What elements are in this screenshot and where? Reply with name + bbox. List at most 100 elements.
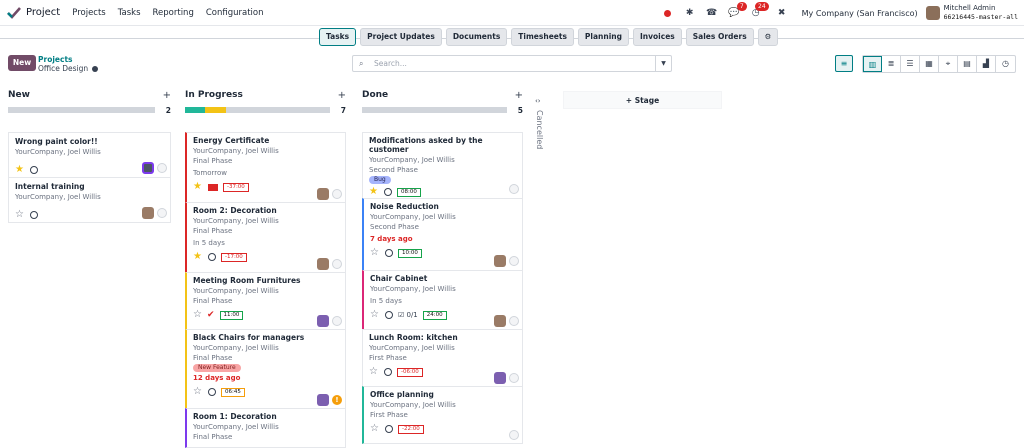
remaining-hours: -17:00 [220, 252, 247, 262]
column-progress-bar[interactable] [8, 107, 155, 113]
search-bar[interactable]: ⌕ Search... ▼ [352, 55, 672, 72]
search-dropdown-toggle[interactable]: ▼ [655, 56, 671, 71]
task-card[interactable]: Modifications asked by the customer Your… [362, 132, 523, 199]
checkmark-icon[interactable]: ✔ [207, 310, 215, 320]
star-icon[interactable]: ☆ [15, 210, 24, 220]
star-icon[interactable]: ★ [369, 187, 378, 197]
activity-view-icon[interactable]: ◷ [996, 56, 1015, 72]
task-card[interactable]: Energy Certificate YourCompany, Joel Wil… [185, 132, 346, 203]
column-title[interactable]: New [8, 90, 30, 100]
new-button[interactable]: New [8, 55, 36, 71]
activity-clock-icon[interactable] [207, 388, 216, 396]
menu-reporting[interactable]: Reporting [153, 8, 194, 18]
star-icon[interactable]: ☆ [193, 387, 202, 397]
breadcrumb-projects[interactable]: Projects [38, 55, 98, 64]
star-icon[interactable]: ★ [15, 165, 24, 175]
task-card[interactable]: Lunch Room: kitchen YourCompany, Joel Wi… [362, 329, 523, 387]
column-title[interactable]: Done [362, 90, 388, 100]
user-avatar[interactable] [925, 6, 940, 20]
task-card[interactable]: Room 1: Decoration YourCompany, Joel Wil… [185, 408, 346, 448]
task-card[interactable]: Chair Cabinet YourCompany, Joel Willis I… [362, 270, 523, 330]
tools-icon[interactable]: ✖ [776, 7, 788, 19]
column-progress-bar[interactable] [185, 107, 330, 113]
kanban-state-icon[interactable] [332, 259, 342, 269]
star-icon[interactable]: ★ [193, 182, 202, 192]
gantt-view-icon[interactable]: ☰ [901, 56, 920, 72]
app-brand[interactable]: Project [7, 6, 60, 20]
gear-icon[interactable] [92, 65, 99, 72]
tab-invoices[interactable]: Invoices [633, 28, 682, 46]
card-title: Noise Reduction [370, 202, 439, 211]
kanban-state-icon[interactable] [509, 256, 519, 266]
pivot-view-icon[interactable]: ▤ [958, 56, 977, 72]
column-count: 7 [340, 105, 346, 115]
star-icon[interactable]: ☆ [370, 248, 379, 258]
kanban-state-icon[interactable] [509, 430, 519, 440]
kanban-state-icon[interactable] [509, 373, 519, 383]
progress-segment[interactable] [205, 107, 226, 113]
kanban-state-icon[interactable] [332, 316, 342, 326]
warning-icon[interactable]: ! [332, 395, 342, 405]
tab-settings-icon[interactable]: ⚙ [757, 28, 779, 46]
calendar-view-icon[interactable]: ▦ [920, 56, 939, 72]
messages-icon[interactable]: 💬 7 [728, 2, 747, 19]
graph-view-icon[interactable]: ▟ [977, 56, 996, 72]
menu-configuration[interactable]: Configuration [206, 8, 264, 18]
activity-clock-icon[interactable] [383, 188, 392, 196]
kanban-state-icon[interactable] [157, 208, 167, 218]
bug-icon[interactable]: ✱ [684, 7, 696, 19]
map-view-icon[interactable]: ⌖ [939, 56, 958, 72]
user-menu[interactable]: Mitchell Admin 66216445-master-all [943, 4, 1018, 22]
filter-panel-icon[interactable]: ≡ [835, 55, 853, 72]
task-card[interactable]: Meeting Room Furnitures YourCompany, Joe… [185, 272, 346, 330]
kanban-state-icon[interactable] [509, 316, 519, 326]
phone-icon[interactable]: ☎ [706, 7, 718, 19]
activity-clock-icon[interactable] [384, 311, 393, 319]
column-title[interactable]: In Progress [185, 90, 243, 100]
column-progress-bar[interactable] [362, 107, 507, 113]
activity-clock-icon[interactable] [207, 253, 216, 261]
kanban-state-icon[interactable] [157, 163, 167, 173]
unfold-arrows-icon[interactable]: ‹› [535, 97, 541, 105]
activity-icon[interactable]: ◷ 24 [750, 2, 769, 19]
add-stage-button[interactable]: + Stage [563, 91, 722, 109]
star-icon[interactable]: ★ [193, 252, 202, 262]
star-icon[interactable]: ☆ [370, 424, 379, 434]
task-card[interactable]: Internal training YourCompany, Joel Will… [8, 177, 171, 223]
progress-segment[interactable] [185, 107, 206, 113]
email-icon[interactable] [207, 183, 218, 191]
task-card[interactable]: Noise Reduction YourCompany, Joel Willis… [362, 198, 523, 271]
menu-tasks[interactable]: Tasks [118, 8, 141, 18]
star-icon[interactable]: ☆ [369, 367, 378, 377]
activity-clock-icon[interactable] [384, 249, 393, 257]
search-input[interactable]: Search... [374, 59, 655, 68]
activity-clock-icon[interactable] [384, 425, 393, 433]
tab-planning[interactable]: Planning [577, 28, 630, 46]
activity-clock-icon[interactable] [383, 368, 392, 376]
menu-projects[interactable]: Projects [72, 8, 106, 18]
kanban-view-icon[interactable]: ▥ [863, 56, 882, 72]
task-card[interactable]: Room 2: Decoration YourCompany, Joel Wil… [185, 202, 346, 273]
tab-tasks[interactable]: Tasks [319, 28, 357, 46]
task-card[interactable]: Office planning YourCompany, Joel Willis… [362, 386, 523, 444]
task-card[interactable]: Black Chairs for managers YourCompany, J… [185, 329, 346, 409]
kanban-state-icon[interactable] [332, 189, 342, 199]
star-icon[interactable]: ☆ [193, 310, 202, 320]
company-switcher[interactable]: My Company (San Francisco) [802, 9, 918, 18]
folded-column-cancelled[interactable]: ‹› Cancelled [535, 96, 549, 149]
list-view-icon[interactable]: ≣ [882, 56, 901, 72]
task-card[interactable]: Wrong paint color!! YourCompany, Joel Wi… [8, 132, 171, 178]
kanban-state-icon[interactable] [509, 184, 519, 194]
star-icon[interactable]: ☆ [370, 310, 379, 320]
tab-sales-orders[interactable]: Sales Orders [685, 28, 754, 46]
quick-create-icon[interactable]: + [338, 90, 346, 101]
kanban-column-in-progress: In Progress + 7 Energy Certificate YourC… [185, 88, 346, 448]
record-icon[interactable] [662, 7, 674, 19]
activity-clock-icon[interactable] [29, 166, 38, 174]
tab-documents[interactable]: Documents [445, 28, 508, 46]
tab-timesheets[interactable]: Timesheets [511, 28, 574, 46]
tab-project-updates[interactable]: Project Updates [360, 28, 442, 46]
activity-clock-icon[interactable] [29, 211, 38, 219]
quick-create-icon[interactable]: + [163, 90, 171, 101]
quick-create-icon[interactable]: + [515, 90, 523, 101]
